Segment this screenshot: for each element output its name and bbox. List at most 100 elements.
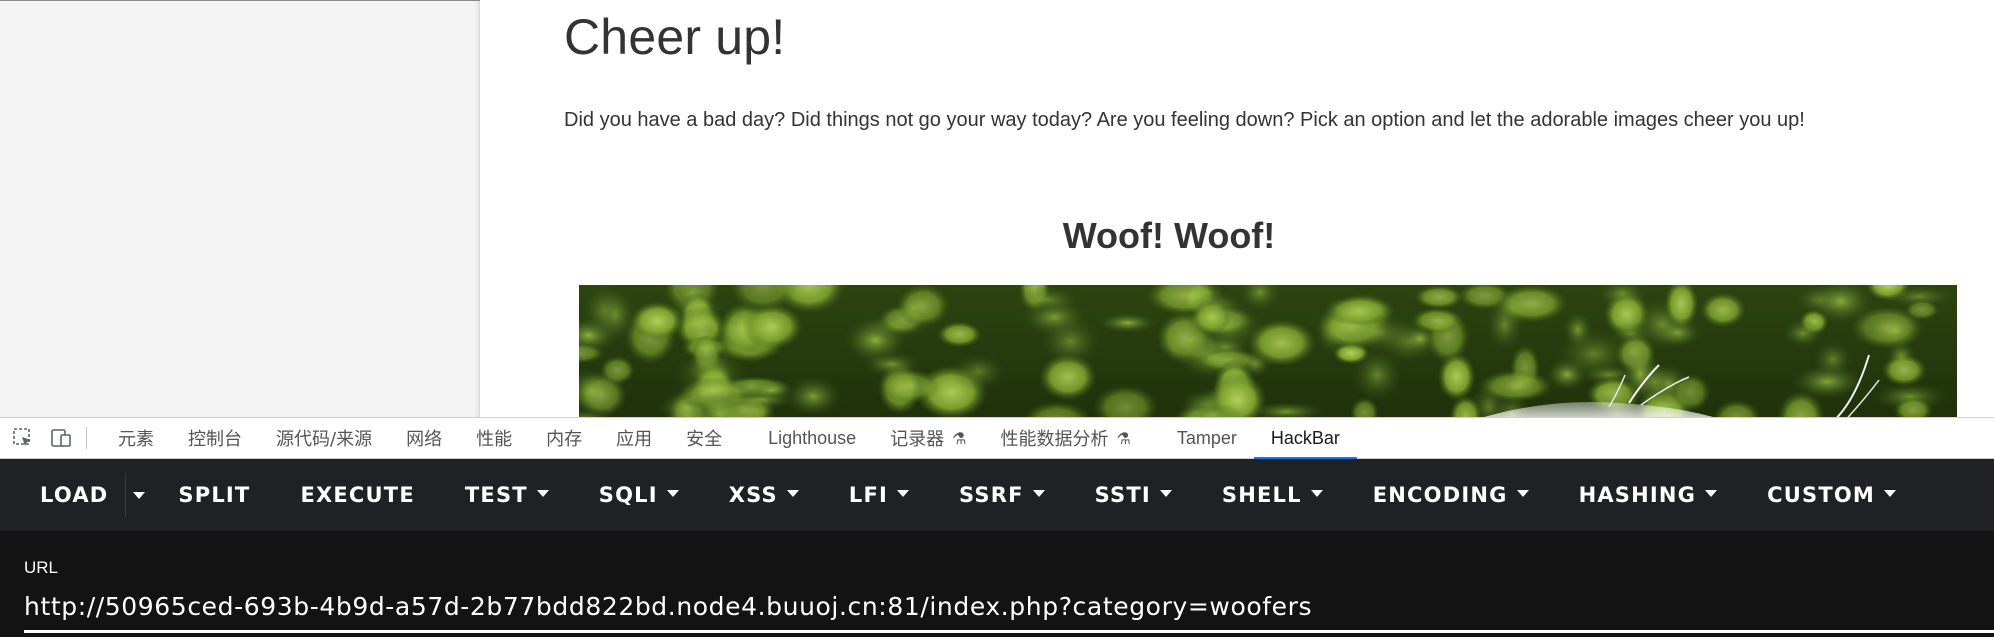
ssti-label: SSTI [1094, 483, 1151, 507]
tab-label: Tamper [1176, 427, 1237, 448]
foliage-blob [896, 285, 950, 328]
section-title-text: Woof! Woof! [1062, 215, 1276, 256]
test-menu-button[interactable]: TEST [440, 459, 574, 531]
chevron-down-icon [897, 489, 910, 497]
url-underline [24, 630, 1994, 633]
chevron-down-icon [1705, 489, 1718, 497]
tab-security[interactable]: 安全 [669, 417, 739, 459]
load-button[interactable]: LOAD [0, 459, 133, 531]
tab-label: 安全 [686, 429, 723, 450]
tab-application[interactable]: 应用 [599, 417, 669, 459]
foliage-blob [1414, 285, 1464, 310]
foliage-blob [1782, 318, 1824, 348]
split-button[interactable]: SPLIT [153, 459, 275, 531]
foliage-blob [1437, 352, 1476, 401]
left-blank-pane [0, 0, 480, 417]
foliage-blob [1670, 373, 1711, 412]
foliage-blob [1904, 299, 1940, 321]
foliage-blob [1881, 354, 1927, 387]
tab-label: 网络 [406, 429, 443, 450]
chevron-down-icon [1516, 489, 1529, 497]
foliage-blob [1477, 369, 1554, 403]
foliage-blob [1555, 328, 1633, 380]
tab-network[interactable]: 网络 [389, 417, 459, 459]
custom-menu-button[interactable]: CUSTOM [1742, 459, 1921, 531]
chevron-down-icon [786, 489, 799, 497]
hashing-label: HASHING [1578, 483, 1697, 507]
tab-label: 记录器 [890, 429, 945, 450]
execute-label: EXECUTE [300, 483, 415, 507]
foliage-blob [950, 352, 1007, 391]
url-label: URL [24, 558, 59, 577]
tab-label: 源代码/来源 [276, 429, 373, 450]
foliage-blob [937, 321, 982, 348]
chevron-down-icon [666, 489, 679, 497]
tab-label: 控制台 [188, 429, 242, 450]
tab-label: 应用 [616, 429, 653, 450]
tab-hackbar[interactable]: HackBar [1253, 417, 1357, 460]
foliage-blob [594, 287, 637, 343]
tab-sources[interactable]: 源代码/来源 [259, 417, 389, 459]
foliage-blob [1495, 285, 1568, 323]
hackbar-toolbar: LOAD SPLIT EXECUTE TEST SQLI XSS LFI SSR… [0, 459, 1994, 531]
tab-label: Lighthouse [768, 427, 857, 448]
tab-label: 元素 [118, 429, 154, 450]
flask-icon: ⚗ [1116, 428, 1131, 448]
chevron-down-icon [1032, 489, 1045, 497]
execute-button[interactable]: EXECUTE [275, 459, 439, 531]
foliage-blob [741, 303, 803, 350]
url-input[interactable] [24, 585, 1984, 627]
foliage-blob [1621, 346, 1660, 402]
tab-lighthouse[interactable]: Lighthouse [751, 417, 873, 459]
foliage-blob [1323, 295, 1396, 326]
ssrf-menu-button[interactable]: SSRF [934, 459, 1070, 531]
chevron-down-icon [1884, 489, 1896, 497]
tab-memory[interactable]: 内存 [529, 417, 599, 459]
tab-label: HackBar [1270, 427, 1340, 448]
chevron-down-icon [1159, 489, 1172, 497]
chevron-down-icon [1310, 489, 1323, 497]
foliage-blob [1411, 307, 1463, 334]
split-label: SPLIT [178, 483, 251, 507]
foliage-blob [1351, 348, 1403, 402]
foliage-blob [630, 301, 685, 341]
sqli-menu-button[interactable]: SQLI [574, 459, 704, 531]
web-page-viewport: Cheer up! Did you have a bad day? Did th… [480, 0, 1994, 417]
tab-tamper[interactable]: Tamper [1160, 417, 1254, 459]
encoding-menu-button[interactable]: ENCODING [1348, 459, 1554, 531]
foliage-blob [1700, 292, 1746, 328]
test-label: TEST [464, 483, 528, 507]
foliage-blob [1191, 299, 1232, 335]
hashing-menu-button[interactable]: HASHING [1554, 459, 1743, 531]
custom-label: CUSTOM [1767, 483, 1875, 507]
ssti-menu-button[interactable]: SSTI [1070, 459, 1197, 531]
chevron-down-icon [536, 489, 549, 497]
tab-label: 性能 [476, 429, 513, 450]
page-description: Did you have a bad day? Did things not g… [564, 109, 1805, 131]
dog-image [579, 285, 1957, 417]
tab-console[interactable]: 控制台 [171, 417, 259, 459]
encoding-label: ENCODING [1372, 483, 1508, 507]
xss-menu-button[interactable]: XSS [704, 459, 824, 531]
sqli-label: SQLI [598, 483, 658, 507]
device-toolbar-icon[interactable] [46, 417, 76, 459]
tab-performance-insights[interactable]: 性能数据分析 ⚗ [984, 417, 1148, 459]
shell-label: SHELL [1221, 483, 1302, 507]
load-dropdown-toggle[interactable] [125, 473, 151, 517]
shell-menu-button[interactable]: SHELL [1197, 459, 1348, 531]
chevron-down-icon [132, 491, 145, 499]
foliage-blob [1098, 312, 1157, 333]
foliage-blob [748, 379, 795, 401]
lfi-label: LFI [848, 483, 889, 507]
tab-label: 内存 [546, 429, 583, 450]
lfi-menu-button[interactable]: LFI [824, 459, 934, 531]
foliage-blob [1039, 315, 1102, 368]
tab-recorder[interactable]: 记录器 ⚗ [873, 417, 983, 459]
foliage-blob [1015, 286, 1080, 313]
flask-icon: ⚗ [952, 428, 967, 448]
tab-performance[interactable]: 性能 [459, 417, 529, 459]
inspect-element-icon[interactable] [8, 417, 38, 459]
toolbar-divider [86, 427, 87, 449]
tab-elements[interactable]: 元素 [101, 417, 171, 459]
foliage-blob [861, 352, 922, 377]
